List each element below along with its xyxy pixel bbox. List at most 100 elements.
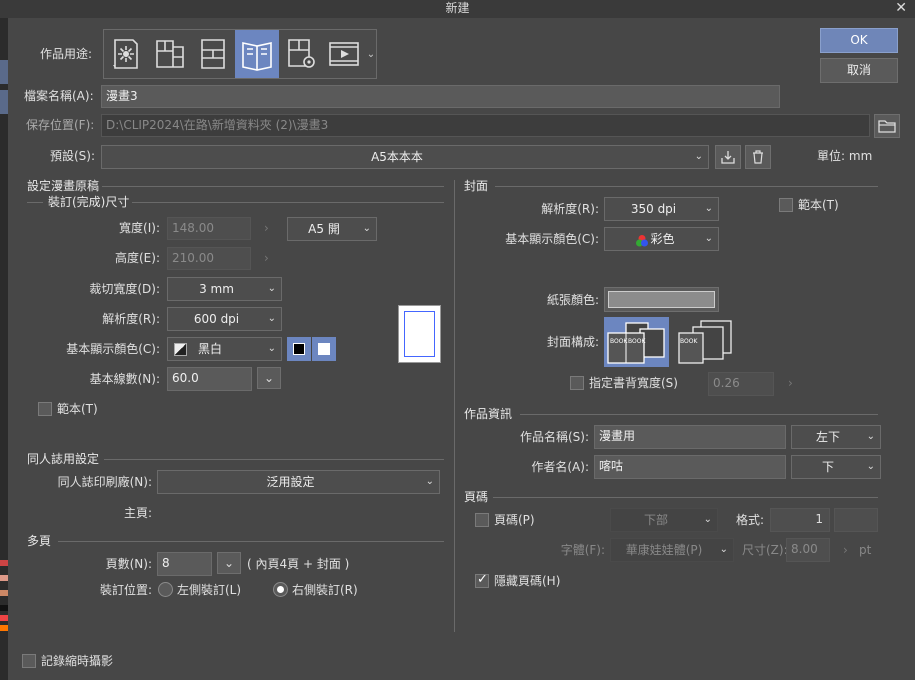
right-binding-radio[interactable] <box>273 582 288 597</box>
cancel-button[interactable]: 取消 <box>820 58 898 83</box>
chevron-down-icon: ⌄ <box>704 203 713 214</box>
hide-page-number-label: 隱藏頁碼(H) <box>494 574 561 588</box>
size-label: 尺寸(Z): <box>742 543 788 557</box>
paper-color-swatch <box>608 291 715 308</box>
cover-structure-spread-option[interactable]: BOOK BOOK <box>604 317 669 367</box>
author-position-dropdown[interactable]: 下 ⌄ <box>791 455 881 479</box>
doujin-section-title: 同人誌用設定 <box>27 452 100 466</box>
chevron-down-icon: ⌄ <box>425 476 434 487</box>
page-settings-icon[interactable] <box>279 30 323 78</box>
divider <box>58 541 444 542</box>
book-spread-icon: BOOK BOOK <box>607 322 665 364</box>
page-number-checkbox[interactable] <box>475 513 489 527</box>
manga-template-checkbox[interactable] <box>38 402 52 416</box>
multipage-section-title: 多頁 <box>27 534 52 548</box>
file-name-label: 檔案名稱(A): <box>24 89 94 103</box>
color-dropdown[interactable]: 黑白 ⌄ <box>167 337 282 361</box>
divider <box>495 186 878 187</box>
bleed-dropdown[interactable]: 3 mm ⌄ <box>167 277 282 301</box>
monochrome-icon <box>174 343 187 356</box>
work-name-position-dropdown[interactable]: 左下 ⌄ <box>791 425 881 449</box>
black-swatch-icon <box>293 343 305 355</box>
dialog-title: 新建 <box>445 1 470 15</box>
divider <box>520 414 878 415</box>
palette-swatch <box>0 625 8 631</box>
timelapse-checkbox[interactable] <box>22 654 36 668</box>
author-input[interactable]: 喀咕 <box>594 455 786 479</box>
printer-dropdown[interactable]: 泛用設定 ⌄ <box>157 470 440 494</box>
chevron-down-icon[interactable]: ⌄ <box>217 552 241 574</box>
timelapse-label: 記錄縮時攝影 <box>41 654 114 668</box>
palette-swatch <box>0 560 8 566</box>
size-unit: pt <box>859 543 872 557</box>
manga-template-label: 範本(T) <box>57 402 98 416</box>
manga-page-icon[interactable] <box>191 30 235 78</box>
left-binding-radio[interactable] <box>158 582 173 597</box>
folder-icon[interactable] <box>874 114 900 138</box>
ok-button[interactable]: OK <box>820 28 898 53</box>
cover-structure-separate-option[interactable]: BOOK <box>677 317 739 367</box>
doujin-book-icon[interactable] <box>235 30 279 78</box>
height-input: 210.00 <box>167 247 251 270</box>
format-suffix-input <box>834 508 878 532</box>
column-divider <box>454 180 455 632</box>
page-number-label: 頁碼(P) <box>494 513 535 527</box>
black-color-button[interactable] <box>287 337 311 361</box>
chevron-down-icon: ⌄ <box>267 343 276 354</box>
size-preset-dropdown[interactable]: A5 開 ⌄ <box>287 217 377 241</box>
pages-label: 頁數(N): <box>105 557 152 571</box>
paper-color-label: 紙張顏色: <box>546 293 599 307</box>
page-preview-frame <box>404 311 435 357</box>
preset-dropdown[interactable]: A5本本本 ⌄ <box>101 145 709 169</box>
cover-resolution-dropdown[interactable]: 350 dpi ⌄ <box>604 197 719 221</box>
left-binding-label: 左側裝訂(L) <box>177 583 242 597</box>
lines-input[interactable]: 60.0 <box>167 367 252 391</box>
cover-resolution-label: 解析度(R): <box>541 202 599 216</box>
chevron-down-icon: ⌄ <box>362 223 371 234</box>
illustration-icon[interactable] <box>104 30 148 78</box>
font-label: 字體(F): <box>560 543 605 557</box>
hide-page-number-checkbox[interactable] <box>475 572 489 588</box>
font-value: 華康娃娃體(P) <box>625 543 703 557</box>
chevron-down-icon: ⌄ <box>694 151 703 162</box>
pages-input[interactable]: 8 <box>157 552 212 576</box>
cover-color-dropdown[interactable]: 彩色 ⌄ <box>604 227 719 251</box>
close-icon[interactable]: ✕ <box>895 0 907 17</box>
white-swatch-icon <box>318 343 330 355</box>
cover-template-label: 範本(T) <box>798 198 839 212</box>
main-page-label: 主頁: <box>123 506 152 520</box>
page-number-position-dropdown: 下部 ⌄ <box>610 508 718 532</box>
format-label: 格式: <box>736 513 765 527</box>
spine-width-checkbox[interactable] <box>570 376 584 390</box>
chevron-down-icon: ⌄ <box>703 514 712 525</box>
chevron-down-icon: ⌄ <box>719 544 728 555</box>
resolution-dropdown[interactable]: 600 dpi ⌄ <box>167 307 282 331</box>
svg-text:BOOK: BOOK <box>680 338 698 345</box>
cover-template-checkbox[interactable] <box>779 198 793 212</box>
palette-swatch <box>0 590 8 596</box>
paper-color-button[interactable] <box>604 287 719 312</box>
chevron-down-icon[interactable]: ⌄ <box>366 30 376 78</box>
file-name-input[interactable]: 漫畫3 <box>101 85 780 108</box>
trash-icon[interactable] <box>745 145 771 169</box>
work-name-input[interactable]: 漫畫用 <box>594 425 786 449</box>
save-location-input: D:\CLIP2024\在路\新增資料夾 (2)\漫畫3 <box>101 114 870 137</box>
save-location-label: 保存位置(F): <box>26 118 95 132</box>
page-number-position-value: 下部 <box>643 513 668 527</box>
preset-value: A5本本本 <box>371 150 423 164</box>
comic-icon[interactable] <box>148 30 192 78</box>
unit-label: 單位: mm <box>817 149 873 163</box>
white-color-button[interactable] <box>312 337 336 361</box>
bleed-label: 裁切寬度(D): <box>89 282 160 296</box>
chevron-right-icon: › <box>264 251 269 265</box>
animation-icon[interactable] <box>322 30 366 78</box>
chevron-down-icon: ⌄ <box>267 283 276 294</box>
rgb-color-icon <box>635 233 649 247</box>
chevron-down-icon[interactable]: ⌄ <box>257 367 281 389</box>
book-stack-icon: BOOK <box>678 320 732 364</box>
divider <box>132 202 444 203</box>
manga-section-title: 設定漫畫原稿 <box>27 179 100 193</box>
palette-swatch <box>0 615 8 621</box>
work-name-label: 作品名稱(S): <box>519 430 589 444</box>
save-preset-icon[interactable] <box>715 145 741 169</box>
